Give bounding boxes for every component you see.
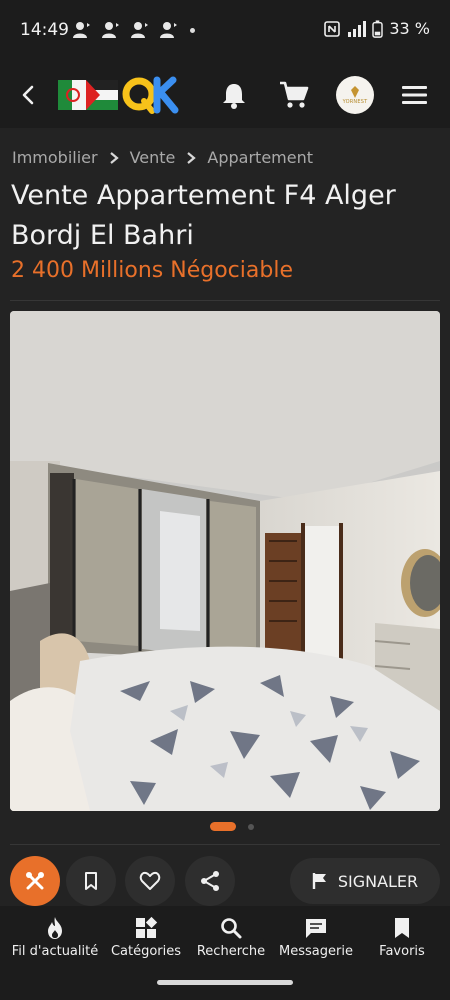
nav-item-messages[interactable]: Messagerie [271,916,361,959]
status-bar: 14:49 33 % [0,0,450,62]
search-icon [221,918,242,939]
share-button[interactable] [185,856,235,906]
report-label: SIGNALER [337,871,419,891]
pager-dot-active[interactable] [209,822,236,831]
nav-label: Catégories [110,944,182,959]
nav-label: Messagerie [279,944,353,959]
chevron-right-icon [109,151,119,164]
chevron-right-icon [187,151,197,164]
nav-item-categories[interactable]: Catégories [101,916,191,959]
battery-level: 33 % [389,19,430,38]
person-icon [102,22,119,38]
person-icon [73,22,90,38]
listing-content: Immobilier Vente Appartement Vente Appar… [0,128,450,906]
cart-icon[interactable] [278,80,310,110]
avatar-text: YORNEST [342,98,368,105]
more-notifications-dot [190,27,195,33]
bell-icon[interactable] [219,80,249,110]
nav-label: Favoris [379,944,425,959]
tools-button[interactable] [10,856,60,906]
heart-icon [139,871,161,890]
fire-icon [48,917,62,939]
signal-icon [348,20,367,37]
divider [10,300,440,301]
status-time: 14:49 [20,20,69,40]
report-button[interactable]: SIGNALER [290,858,440,904]
menu-icon[interactable] [400,82,430,108]
bookmark-icon [395,918,409,938]
breadcrumb-item[interactable]: Appartement [207,148,313,167]
message-icon [306,919,326,938]
breadcrumb-item[interactable]: Immobilier [12,148,98,167]
bookmark-icon [85,872,97,890]
nav-label: Recherche [196,944,266,959]
app-logo[interactable] [56,74,184,116]
nav-item-search[interactable]: Recherche [186,916,276,959]
nav-item-feed[interactable]: Fil d'actualité [10,916,100,959]
nav-item-favorites[interactable]: Favoris [357,916,447,959]
avatar[interactable]: YORNEST [336,76,374,114]
listing-price: 2 400 Millions Négociable [11,258,293,283]
home-indicator[interactable] [157,980,293,985]
bedroom-photo-illustration [10,311,440,811]
avatar-logo-icon [351,85,359,98]
person-icon [131,22,148,38]
favorite-button[interactable] [125,856,175,906]
photo-pager [0,822,450,831]
nav-label: Fil d'actualité [11,944,99,959]
back-arrow-icon[interactable] [14,78,42,112]
categories-icon [136,916,158,938]
system-indicators: 33 % [324,19,430,38]
listing-photo[interactable] [10,311,440,811]
share-icon [201,871,219,891]
notification-icons [72,20,195,40]
action-row: SIGNALER [0,856,450,906]
nfc-icon [324,20,341,37]
battery-icon [372,19,384,38]
pager-dot[interactable] [247,823,254,830]
bottom-navigation: Fil d'actualité Catégories Recherche Mes… [0,906,450,1000]
bookmark-button[interactable] [66,856,116,906]
divider [10,844,440,845]
flag-icon-algeria [58,80,86,110]
flag-icon [312,873,326,889]
tools-icon [26,872,44,890]
flag-icon-palestine [86,80,118,110]
person-icon [160,22,177,38]
app-bar: YORNEST [0,62,450,128]
breadcrumb-item[interactable]: Vente [130,148,176,167]
breadcrumb: Immobilier Vente Appartement [12,148,313,167]
listing-title: Vente Appartement F4 Alger Bordj El Bahr… [11,180,396,251]
